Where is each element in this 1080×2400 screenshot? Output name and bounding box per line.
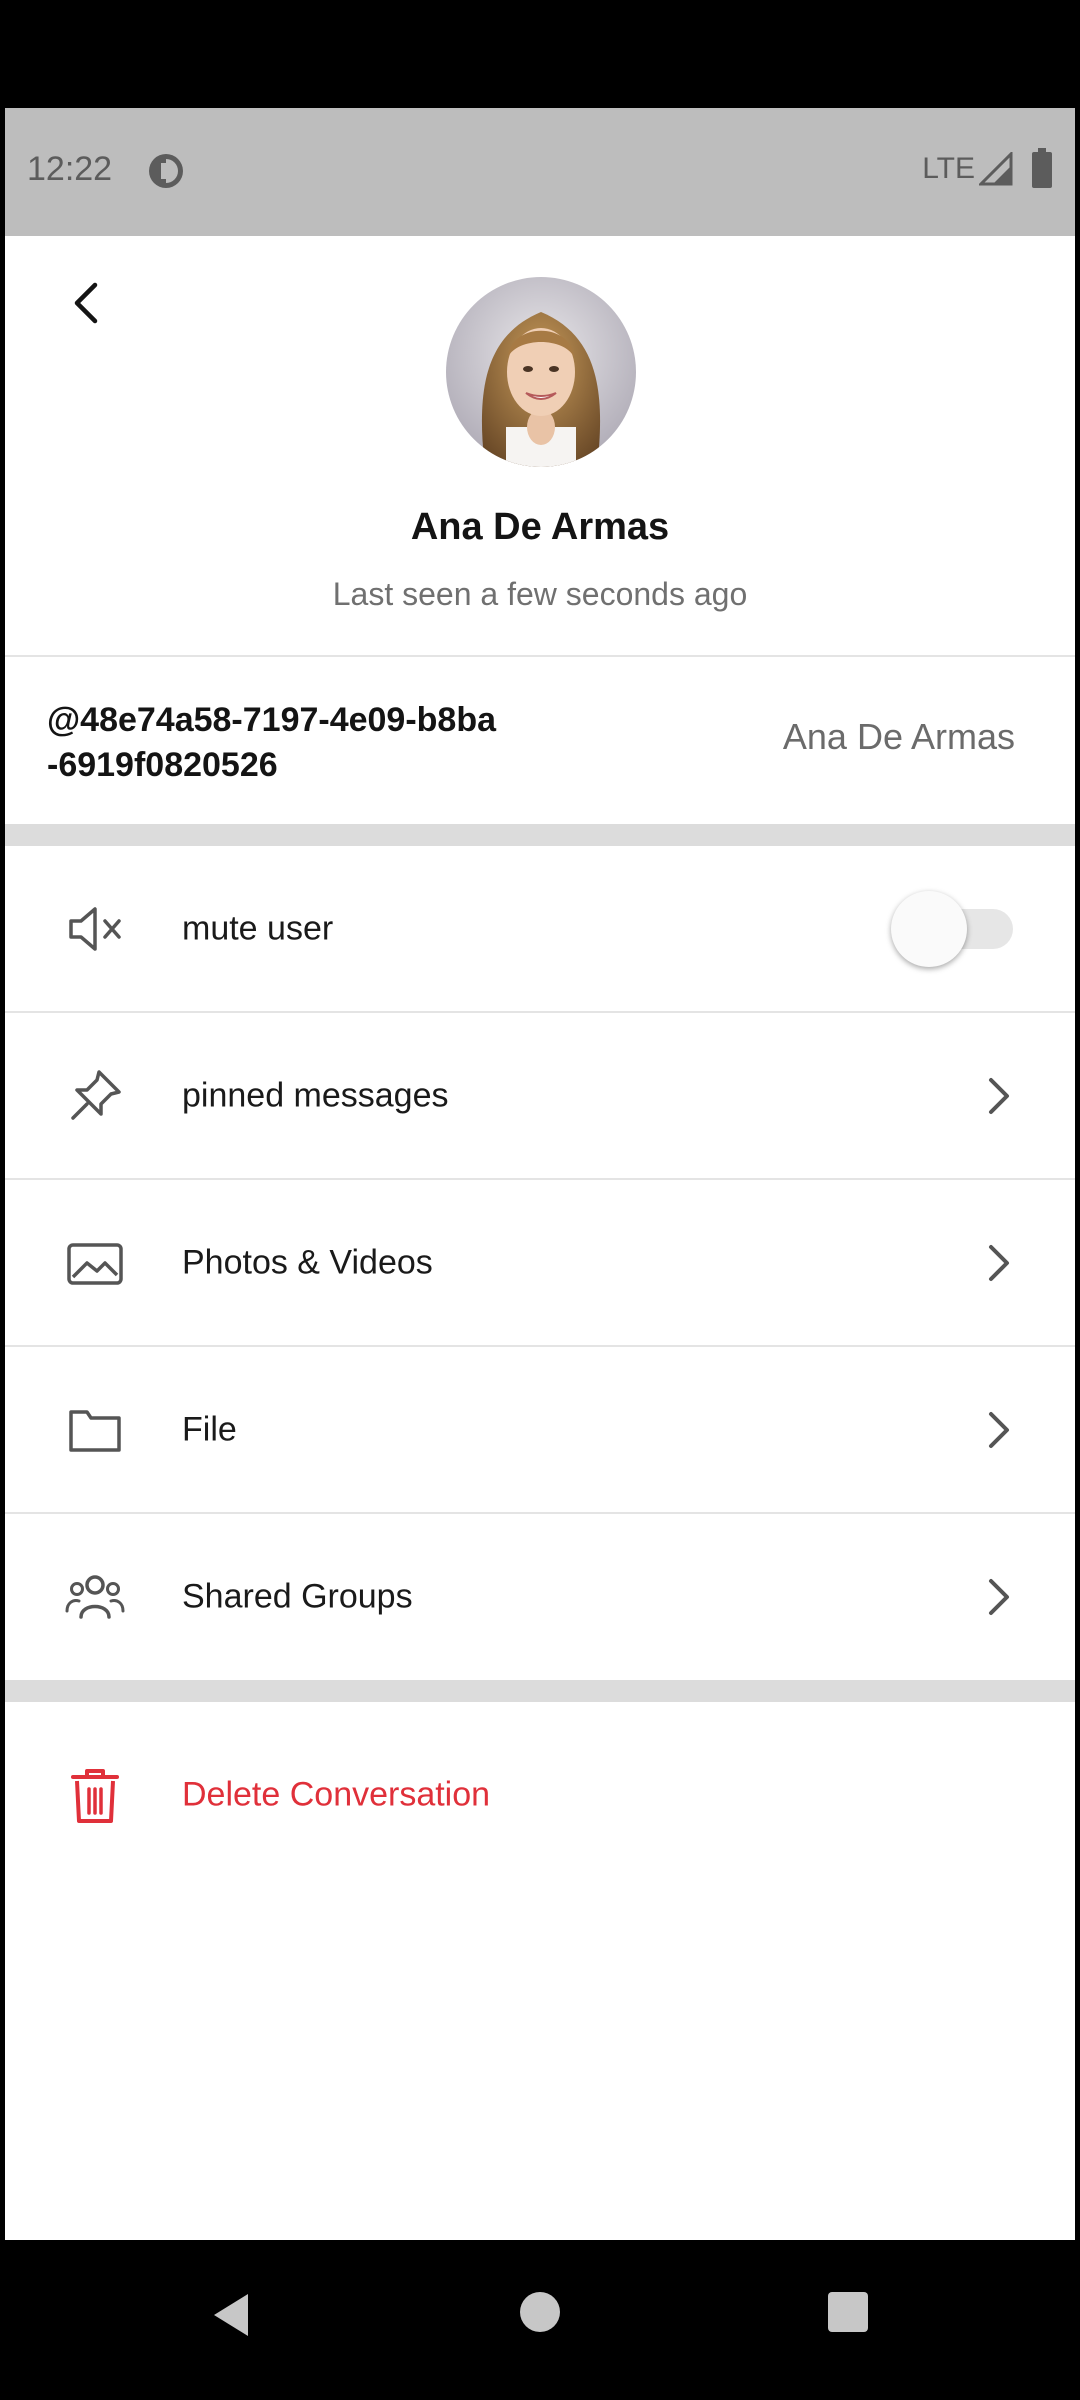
section-separator: [5, 824, 1075, 846]
user-id: @48e74a58-7197-4e09-b8ba -6919f0820526: [47, 698, 607, 788]
file-row[interactable]: File: [5, 1347, 1075, 1513]
battery-icon: [1032, 148, 1052, 188]
network-type: LTE: [922, 152, 975, 185]
device-frame: 12:22 LTE Ana De Armas Last seen a few s…: [0, 0, 1080, 2400]
back-button[interactable]: [53, 270, 119, 336]
chevron-right-icon: [989, 1579, 1009, 1615]
user-display-name: Ana De Armas: [782, 716, 1015, 757]
user-id-line-1: @48e74a58-7197-4e09-b8ba: [47, 701, 497, 739]
chevron-right-icon: [989, 1412, 1009, 1448]
last-seen-status: Last seen a few seconds ago: [332, 576, 748, 612]
speaker-mute-icon: [69, 907, 121, 951]
pinned-messages-label: pinned messages: [182, 1076, 449, 1115]
mute-user-row[interactable]: mute user: [5, 846, 1075, 1012]
signal-icon: [979, 152, 1013, 186]
trash-icon: [71, 1769, 119, 1823]
divider: [5, 655, 1075, 657]
pin-icon: [71, 1070, 121, 1120]
user-id-line-2: -6919f0820526: [47, 746, 278, 784]
mute-user-label: mute user: [182, 909, 334, 948]
status-time: 12:22: [27, 150, 113, 188]
shared-groups-row[interactable]: Shared Groups: [5, 1514, 1075, 1680]
group-icon: [65, 1575, 125, 1619]
mute-user-toggle[interactable]: [891, 889, 1023, 969]
file-label: File: [182, 1410, 237, 1449]
nav-back-button[interactable]: [200, 2280, 260, 2350]
contact-photo: [446, 277, 636, 467]
shared-groups-label: Shared Groups: [182, 1577, 413, 1616]
toggle-knob: [891, 891, 967, 967]
contact-info-screen: 12:22 LTE Ana De Armas Last seen a few s…: [5, 108, 1075, 2240]
section-separator: [5, 1680, 1075, 1702]
nav-recents-button[interactable]: [828, 2292, 868, 2332]
delete-conversation-row[interactable]: Delete Conversation: [5, 1702, 1075, 1888]
system-nav-bar: [0, 2240, 1080, 2400]
avatar[interactable]: [446, 277, 636, 467]
image-icon: [67, 1243, 123, 1285]
nav-home-button[interactable]: [520, 2292, 560, 2332]
photos-videos-row[interactable]: Photos & Videos: [5, 1180, 1075, 1346]
back-arrow-icon: [74, 282, 98, 324]
delete-conversation-label: Delete Conversation: [182, 1775, 491, 1814]
chevron-right-icon: [989, 1078, 1009, 1114]
app-notification-icon: [149, 154, 183, 188]
chevron-right-icon: [989, 1245, 1009, 1281]
profile-name: Ana De Armas: [410, 506, 670, 548]
status-bar: 12:22 LTE: [5, 108, 1075, 236]
photos-videos-label: Photos & Videos: [182, 1243, 433, 1282]
pinned-messages-row[interactable]: pinned messages: [5, 1013, 1075, 1179]
folder-icon: [69, 1410, 121, 1452]
